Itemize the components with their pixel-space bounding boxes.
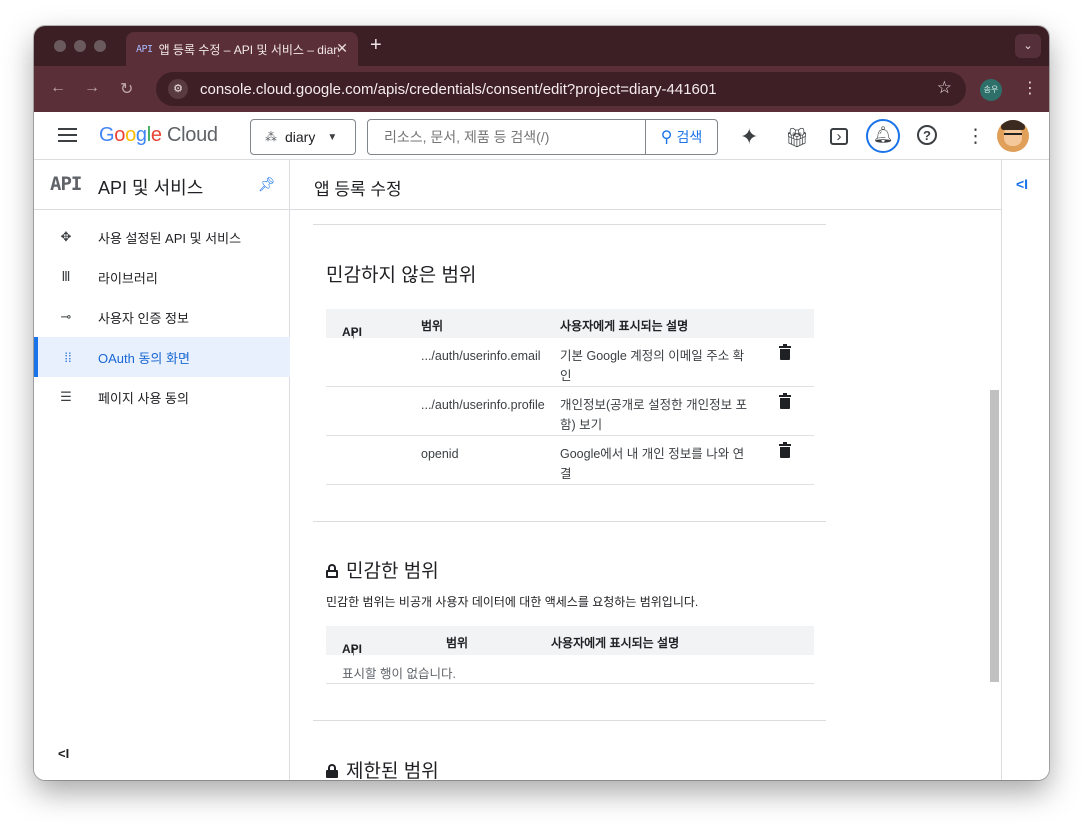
pin-icon[interactable]: 📌︎: [258, 176, 276, 193]
forward-arrow-icon[interactable]: →: [84, 79, 100, 97]
right-rail: <I: [1001, 160, 1049, 780]
browser-tab[interactable]: API 앱 등록 수정 – API 및 서비스 – diary ✕: [126, 32, 358, 66]
help-icon[interactable]: ?: [917, 125, 937, 145]
google-cloud-logo[interactable]: Google Cloud: [99, 124, 218, 147]
main-header: 앱 등록 수정: [290, 160, 1001, 210]
description-cell: Google에서 내 개인 정보를 나와 연결: [560, 447, 745, 481]
url-text: console.cloud.google.com/apis/credential…: [200, 80, 717, 98]
scrollbar-thumb[interactable]: [990, 390, 999, 682]
description-cell: 기본 Google 계정의 이메일 주소 확인: [560, 349, 745, 383]
tab-search-button[interactable]: ⌄: [1015, 34, 1041, 58]
project-picker[interactable]: ⁂ diary ▼: [250, 119, 356, 155]
expand-panel-icon[interactable]: <I: [1016, 176, 1028, 192]
more-options-icon[interactable]: ⋮: [966, 125, 985, 148]
table-row: .../auth/userinfo.profile 개인정보(공개로 설정한 개…: [326, 387, 814, 436]
new-tab-button[interactable]: +: [370, 35, 382, 55]
notifications-bell-icon[interactable]: 🔔︎: [866, 119, 900, 153]
delete-trash-icon[interactable]: [779, 344, 791, 360]
table-row: .../auth/userinfo.email 기본 Google 계정의 이메…: [326, 338, 814, 387]
tab-bar: API 앱 등록 수정 – API 및 서비스 – diary ✕ + ⌄: [34, 26, 1049, 66]
gift-icon[interactable]: 🎁︎: [785, 126, 809, 150]
address-bar[interactable]: ⚙ console.cloud.google.com/apis/credenti…: [156, 72, 966, 106]
browser-window: API 앱 등록 수정 – API 및 서비스 – diary ✕ + ⌄ ← …: [34, 26, 1049, 780]
empty-message: 표시할 행이 없습니다.: [342, 667, 456, 681]
zoom-window-button[interactable]: [94, 40, 106, 52]
bookmark-star-icon[interactable]: ☆: [937, 78, 952, 98]
search-box: ⚲ 검색: [367, 119, 718, 155]
reload-icon[interactable]: ↻: [120, 79, 133, 99]
search-input[interactable]: [368, 120, 645, 154]
collapse-sidebar-icon[interactable]: <I: [58, 746, 69, 761]
project-name: diary: [285, 129, 316, 145]
key-icon: ⊸: [60, 309, 72, 324]
description-cell: 개인정보(공개로 설정한 개인정보 포함) 보기: [560, 398, 748, 432]
column-header-scope: 범위: [446, 636, 469, 650]
scope-cell: .../auth/userinfo.email: [421, 349, 541, 363]
close-window-button[interactable]: [54, 40, 66, 52]
project-icon: ⁂: [265, 130, 277, 144]
cloud-shell-icon[interactable]: ›: [830, 128, 848, 145]
column-header-description: 사용자에게 표시되는 설명: [560, 319, 689, 333]
gemini-sparkle-icon[interactable]: ✦: [740, 124, 758, 150]
sidebar-header: API API 및 서비스 📌︎: [34, 160, 290, 210]
table-row: openid Google에서 내 개인 정보를 나와 연결: [326, 436, 814, 485]
sidebar-item-oauth-consent[interactable]: ⁞⁞ OAuth 동의 화면: [34, 337, 290, 377]
restricted-scopes-title: 제한된 범위: [326, 756, 439, 780]
profile-avatar[interactable]: 송우: [980, 79, 1002, 101]
delete-trash-icon[interactable]: [779, 393, 791, 409]
page-title: 앱 등록 수정: [314, 180, 402, 199]
delete-trash-icon[interactable]: [779, 442, 791, 458]
sensitive-scopes-description: 민감한 범위는 비공개 사용자 데이터에 대한 액세스를 요청하는 범위입니다.: [326, 595, 699, 609]
sidebar-title: API 및 서비스: [98, 178, 204, 198]
hamburger-menu-icon[interactable]: [58, 128, 77, 142]
nonsensitive-scopes-title: 민감하지 않은 범위: [326, 265, 477, 286]
api-favicon-icon: API: [136, 43, 153, 55]
column-header-description: 사용자에게 표시되는 설명: [551, 636, 680, 650]
back-arrow-icon[interactable]: ←: [50, 79, 66, 97]
search-icon: ⚲: [660, 129, 673, 146]
nonsensitive-table-header: API ↑ 범위 사용자에게 표시되는 설명: [326, 309, 814, 341]
section-divider: [313, 521, 826, 522]
browser-toolbar: ← → ↻ ⚙ console.cloud.google.com/apis/cr…: [34, 66, 1049, 112]
library-icon: Ⅲ: [61, 269, 71, 284]
search-button-label: 검색: [676, 129, 703, 145]
browser-menu-icon[interactable]: ⋮: [1022, 78, 1038, 98]
column-header-scope: 범위: [421, 319, 444, 333]
section-divider: [313, 224, 826, 225]
scope-cell: openid: [421, 447, 459, 461]
diamond-arrows-icon: ✥: [60, 229, 72, 244]
scope-cell: .../auth/userinfo.profile: [421, 398, 545, 412]
section-divider: [313, 720, 826, 721]
lock-open-icon: [326, 564, 338, 578]
empty-table-row: 표시할 행이 없습니다.: [326, 655, 814, 684]
api-logo-icon: API: [50, 173, 82, 195]
main-content: 앱 등록 수정 민감하지 않은 범위 API ↑ 범위 사용자에게 표시되는 설…: [290, 160, 1001, 780]
sidebar: API API 및 서비스 📌︎ ✥ 사용 설정된 API 및 서비스 Ⅲ 라이…: [34, 160, 290, 780]
lock-icon: [326, 764, 338, 778]
sensitive-table-header: API ↑ 범위 사용자에게 표시되는 설명: [326, 626, 814, 658]
close-tab-icon[interactable]: ✕: [336, 40, 348, 57]
search-button[interactable]: ⚲ 검색: [645, 120, 717, 154]
sensitive-scopes-title: 민감한 범위: [326, 556, 439, 583]
sidebar-item-library[interactable]: Ⅲ 라이브러리: [34, 257, 290, 297]
settings-list-icon: ☰: [60, 389, 72, 404]
dots-grid-icon: ⁞⁞: [64, 349, 72, 365]
sidebar-item-credentials[interactable]: ⊸ 사용자 인증 정보: [34, 297, 290, 337]
sidebar-item-enabled-apis[interactable]: ✥ 사용 설정된 API 및 서비스: [34, 217, 290, 257]
site-settings-icon[interactable]: ⚙: [168, 79, 188, 99]
console-header: Google Cloud ⁂ diary ▼ ⚲ 검색 ✦ 🎁︎ › 🔔︎ ? …: [34, 112, 1049, 160]
caret-down-icon: ▼: [327, 131, 338, 143]
tab-title: 앱 등록 수정 – API 및 서비스 – diary: [158, 42, 339, 57]
minimize-window-button[interactable]: [74, 40, 86, 52]
sidebar-item-page-usage-consent[interactable]: ☰ 페이지 사용 동의: [34, 377, 290, 417]
user-avatar[interactable]: [997, 120, 1029, 152]
